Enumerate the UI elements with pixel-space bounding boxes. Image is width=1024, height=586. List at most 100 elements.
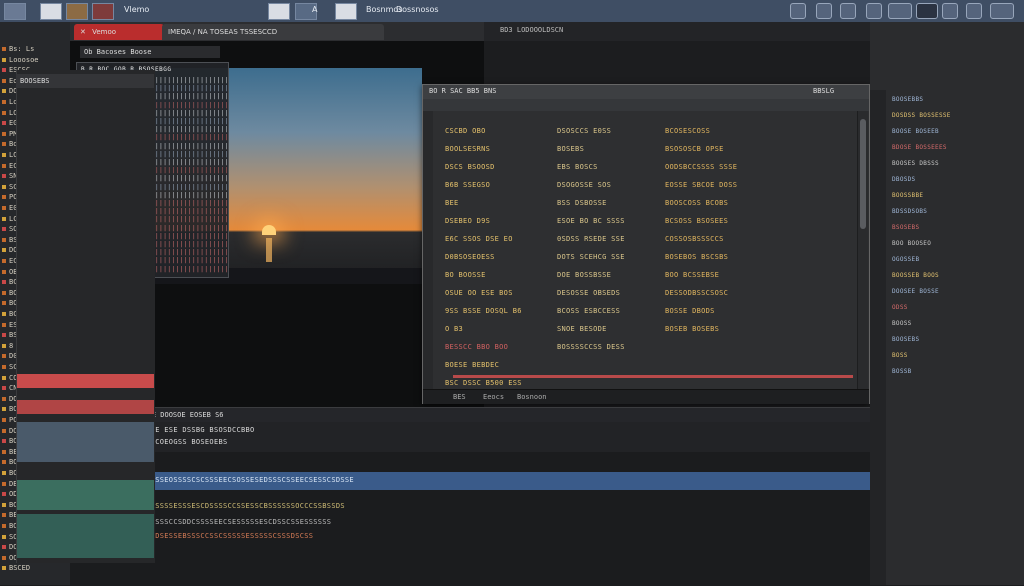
editor-code-line[interactable]: EOSSE SBCOE DOSS [665, 181, 737, 190]
editor-code-line[interactable]: SNOE BESODE [557, 325, 607, 334]
file-icon [2, 227, 6, 232]
right-panel-row[interactable]: DOOSEE BOSSE [892, 288, 939, 296]
display-icon[interactable] [916, 3, 938, 19]
battery-icon[interactable] [840, 3, 856, 19]
right-panel-row[interactable]: BOOSEBS [892, 336, 919, 344]
taskbar-app-label[interactable]: Vlemo [124, 5, 149, 14]
right-panel-row[interactable]: DOSDSS BOSSESSE [892, 112, 951, 120]
right-panel-gutter [870, 90, 886, 585]
tab-active[interactable]: ✕ Vemoo [74, 24, 164, 40]
editor-code-line[interactable]: BSS DSBOSSE [557, 199, 607, 208]
right-panel-row[interactable]: BOOSE BOSEEB [892, 128, 939, 136]
right-panel-row[interactable]: BDSSDSOBS [892, 208, 927, 216]
wifi-icon[interactable] [942, 3, 958, 19]
close-icon[interactable]: ✕ [80, 28, 86, 36]
sidebar-item[interactable]: Looosoe [2, 55, 68, 65]
editor-titlebar[interactable]: BO R SAC BB5 BNS BBSLG [423, 85, 869, 100]
app-icon[interactable] [4, 3, 26, 20]
editor-code-line[interactable]: DSOGOSSE SOS [557, 181, 611, 190]
right-panel-row[interactable]: BOOSS [892, 320, 912, 328]
sun-graphic [262, 225, 276, 235]
editor-code-line[interactable]: ESOE BO BC SSSS [557, 217, 625, 226]
file-icon [2, 47, 6, 51]
editor-window[interactable]: BO R SAC BB5 BNS BBSLG BES Eeocs Bosnoon… [422, 84, 870, 404]
editor-code-line[interactable]: DESSODBSSCSOSC [665, 289, 728, 298]
editor-code-line[interactable]: BOESE BEBDEC [445, 361, 499, 370]
right-panel-row[interactable]: BOOSSBBE [892, 192, 923, 200]
editor-code-line[interactable]: BCSOSS BSOSEES [665, 217, 728, 226]
editor-code-line[interactable]: BCOSS ESBCCESS [557, 307, 620, 316]
right-panel-row[interactable]: DBOSDS [892, 176, 915, 184]
status-center: Eeocs [483, 393, 505, 401]
volume-icon[interactable] [816, 3, 832, 19]
file-icon [2, 481, 6, 486]
editor-code-line[interactable]: BOSSSSCCSS DESS [557, 343, 625, 352]
editor-code-line[interactable]: BOSEBOS BSCSBS [665, 253, 728, 262]
editor-code-line[interactable]: BOOLSESRNS [445, 145, 490, 154]
right-panel-row[interactable]: OGOSSEB [892, 256, 919, 264]
editor-code-line[interactable]: OSUE OO ESE BOS [445, 289, 513, 298]
terminal-icon[interactable] [335, 3, 357, 20]
console-panel[interactable]: BOSDS ESCC B BOSE E DOOSOE EOSEB S6 DBSS… [70, 407, 870, 586]
editor-tab-right[interactable]: BBSLG [813, 87, 834, 95]
right-panel-row[interactable]: BOOSEBBS [892, 96, 923, 104]
file-icon [2, 301, 6, 306]
editor-code-line[interactable]: CSCBD OBO [445, 127, 486, 136]
editor-code-line[interactable]: DSOSCCS E0SS [557, 127, 611, 136]
file-icon [2, 89, 6, 94]
editor-code-line[interactable]: BEE [445, 199, 459, 208]
editor-code-line[interactable]: DOE BOSSBSSE [557, 271, 611, 280]
image-icon[interactable] [66, 3, 88, 20]
editor-code-line[interactable]: BSC DSSC B500 ESS [445, 379, 522, 388]
right-panel-row[interactable]: BOOSSEB BOOS [892, 272, 939, 280]
editor-code-line[interactable]: O B3 [445, 325, 463, 334]
editor-code-line[interactable]: BOOSCOSS BCOBS [665, 199, 728, 208]
editor-code-line[interactable]: B6B SSEGSO [445, 181, 490, 190]
editor-code-line[interactable]: OODSBCCSSSS SSSE [665, 163, 737, 172]
editor-title: BO R SAC BB5 BNS [429, 87, 497, 95]
editor-code-line[interactable]: DSEBEO D9S [445, 217, 490, 226]
right-panel-row[interactable]: BSOSEBS [892, 224, 919, 232]
right-panel-row[interactable]: BDOSE BOSSEEES [892, 144, 947, 152]
editor-scroll-thumb[interactable] [860, 119, 866, 229]
right-panel-row[interactable]: BOSS [892, 352, 908, 360]
editor-code-line[interactable]: BESSCC BBO BOO [445, 343, 508, 352]
editor-code-line[interactable]: EBS BOSCS [557, 163, 598, 172]
editor-code-line[interactable]: BOSEB BOSEBS [665, 325, 719, 334]
editor-code-line[interactable]: BSOSOSCB OPSE [665, 145, 724, 154]
address-bar[interactable]: Ob Bacoses Boose [80, 46, 220, 58]
editor-code-line[interactable]: COSSOSBSSSCCS [665, 235, 724, 244]
file-icon [2, 449, 6, 454]
clock-icon[interactable] [888, 3, 912, 19]
network-icon[interactable] [790, 3, 806, 19]
record-icon[interactable] [92, 3, 114, 20]
editor-code-line[interactable]: D0BSOSEOESS [445, 253, 495, 262]
editor-code-line[interactable]: DSCS BSOOSD [445, 163, 495, 172]
sidebar-item[interactable]: BSCED [2, 563, 68, 573]
right-panel-row[interactable]: BOO BOOSEO [892, 240, 931, 248]
editor-code-line[interactable]: DESOSSE OBSEDS [557, 289, 620, 298]
console-selected-row[interactable]: BOSESOOS BOSSCSOSBSSEOSSSSCSCSSSEECSOSSE… [70, 472, 870, 490]
editor-code-line[interactable]: DOTS SCEHCG SSE [557, 253, 625, 262]
editor-code-line[interactable]: 0SDSS RSEDE SSE [557, 235, 625, 244]
editor-code-line[interactable]: BO BOOSSE [445, 271, 486, 280]
editor-scrollbar[interactable] [857, 111, 868, 389]
editor-code-line[interactable]: BOSEBS [557, 145, 584, 154]
editor-code-line[interactable]: BOO BCSSEBSE [665, 271, 719, 280]
notification-icon[interactable] [866, 3, 882, 19]
file-icon [2, 163, 6, 168]
menu-icon[interactable] [990, 3, 1014, 19]
editor-code-line[interactable]: E6C SSOS DSE EO [445, 235, 513, 244]
editor-code-line[interactable]: BOSSE DBODS [665, 307, 715, 316]
window-icon[interactable] [40, 3, 62, 20]
sidebar-item[interactable]: Bs: Ls [2, 44, 68, 54]
right-panel-row[interactable]: ODSS [892, 304, 908, 312]
document-icon[interactable] [268, 3, 290, 20]
right-panel-row[interactable]: BOOSES DBSSS [892, 160, 939, 168]
editor-code-line[interactable]: 9SS BSSE DOSQL B6 [445, 307, 522, 316]
right-panel-row[interactable]: BOSSB [892, 368, 912, 376]
tab-secondary[interactable]: IMEQA / NA TOSEAS TSSESCCD [162, 24, 384, 40]
bluetooth-icon[interactable] [966, 3, 982, 19]
editor-code-line[interactable]: BCOSESCOSS [665, 127, 710, 136]
right-panel-band-slate [17, 422, 154, 462]
